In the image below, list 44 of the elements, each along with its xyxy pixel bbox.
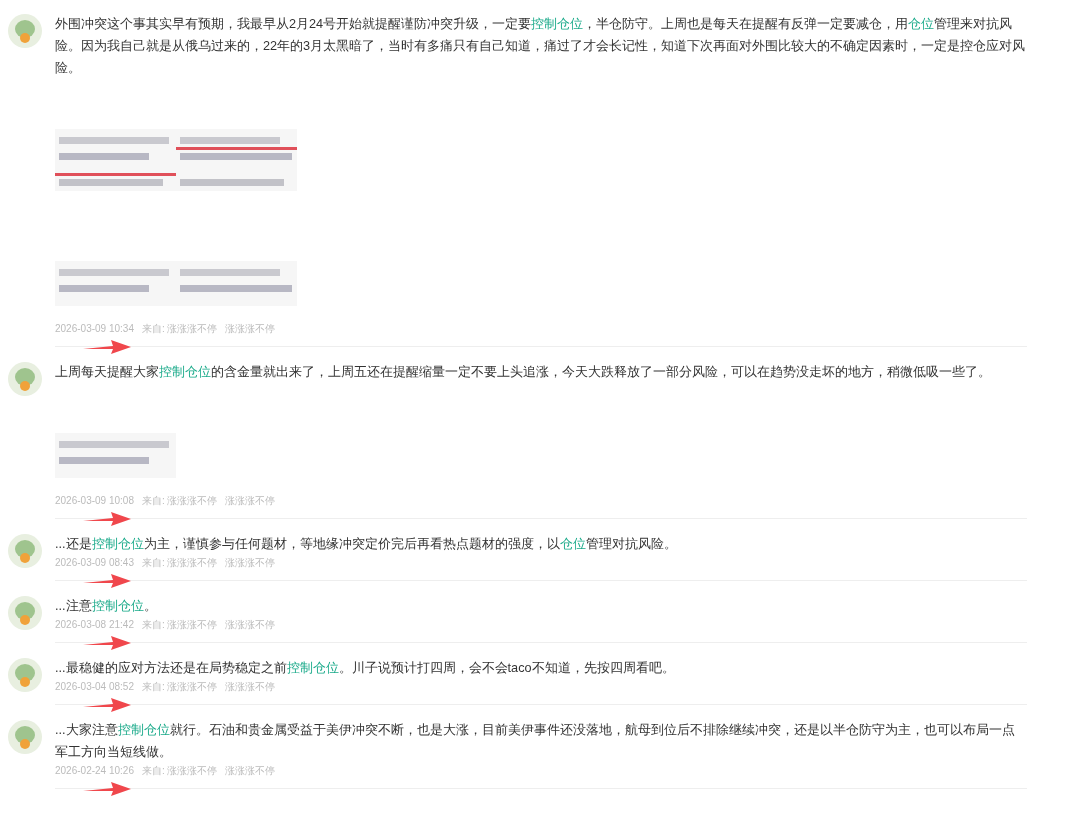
- source-label: 来自:: [141, 494, 165, 508]
- keyword-link[interactable]: 控制仓位: [531, 17, 584, 31]
- post-text: ...注意控制仓位。: [55, 598, 158, 615]
- source-name[interactable]: 涨涨涨不停: [166, 556, 217, 570]
- keyword-link[interactable]: 控制仓位: [286, 661, 339, 675]
- author-name[interactable]: 涨涨涨不停: [224, 322, 275, 336]
- keyword-link[interactable]: 控制仓位: [117, 723, 170, 737]
- source-name[interactable]: 涨涨涨不停: [166, 322, 217, 336]
- avatar: [8, 534, 42, 568]
- author-name[interactable]: 涨涨涨不停: [224, 556, 275, 570]
- author-name[interactable]: 涨涨涨不停: [224, 618, 275, 632]
- source-name[interactable]: 涨涨涨不停: [166, 680, 217, 694]
- keyword-link[interactable]: 控制仓位: [91, 599, 144, 613]
- post-text: 外围冲突这个事其实早有预期，我最早从2月24号开始就提醒谨防冲突升级，一定要控制仓位，半仓防守。上周也是每天在提醒有反弹一定要减仓，用仓位管理来对抗风险。因为我自己就是从俄乌过来的，22年的3月太黑暗了，当时有多痛只有自己知道，痛过了才会长记性，知道下次再面对外围比较大的不确定因素时，一定是控仓应对风险。: [55, 16, 1027, 77]
- post-text: ...大家注意控制仓位就行。石油和贵金属受益于美伊冲突不断，也是大涨，目前美伊事件还没落地，航母到位后不排除继续冲突，还是以半仓防守为主，也可以布局一点军工方向当短线做。: [55, 722, 1016, 761]
- post-text: ...最稳健的应对方法还是在局势稳定之前控制仓位。川子说预计打四周，会不会taco不知道，先按四周看吧。: [55, 660, 676, 677]
- author-name[interactable]: 涨涨涨不停: [224, 494, 275, 508]
- author-name[interactable]: 涨涨涨不停: [224, 680, 275, 694]
- post-time: 2026-03-08 21:42: [55, 618, 134, 632]
- source-name[interactable]: 涨涨涨不停: [166, 494, 217, 508]
- keyword-link[interactable]: 控制仓位: [159, 365, 211, 379]
- source-label: 来自:: [141, 322, 165, 336]
- post-text: ...还是控制仓位为主，谨慎参与任何题材，等地缘冲突定价完后再看热点题材的强度，以仓位管理对抗风险。: [55, 536, 678, 553]
- source-label: 来自:: [141, 764, 165, 778]
- source-label: 来自:: [141, 680, 165, 694]
- keyword-link[interactable]: 仓位: [559, 537, 586, 551]
- source-label: 来自:: [141, 618, 165, 632]
- keyword-link[interactable]: 仓位: [908, 17, 935, 31]
- post-time: 2026-03-09 10:34: [55, 322, 134, 336]
- post-text: 上周每天提醒大家控制仓位的含金量就出来了，上周五还在提醒缩量一定不要上头追涨，今天大跌释放了一部分风险，可以在趋势没走坏的地方，稍微低吸一些了。: [55, 364, 992, 381]
- post-time: 2026-03-04 08:52: [55, 680, 134, 694]
- source-name[interactable]: 涨涨涨不停: [166, 618, 217, 632]
- source-name[interactable]: 涨涨涨不停: [166, 764, 217, 778]
- avatar: [8, 720, 42, 754]
- avatar: [8, 362, 42, 396]
- post-time: 2026-03-09 08:43: [55, 556, 134, 570]
- author-name[interactable]: 涨涨涨不停: [224, 764, 275, 778]
- avatar: [8, 596, 42, 630]
- post-time: 2026-02-24 10:26: [55, 764, 134, 778]
- source-label: 来自:: [141, 556, 165, 570]
- avatar: [8, 658, 42, 692]
- post-time: 2026-03-09 10:08: [55, 494, 134, 508]
- keyword-link[interactable]: 控制仓位: [91, 537, 144, 551]
- avatar: [8, 14, 42, 48]
